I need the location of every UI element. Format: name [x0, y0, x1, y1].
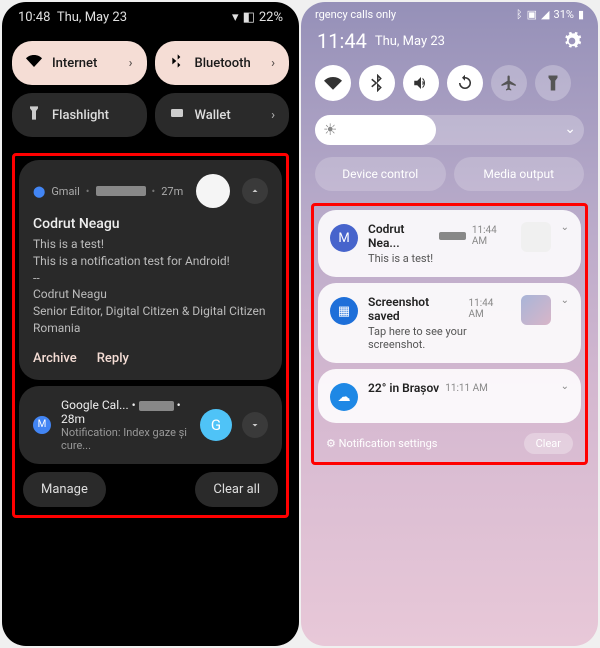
status-bar: 10:48 Thu, May 23 ▾ ◧ 22%	[2, 2, 299, 33]
tile-wallet[interactable]: Wallet ›	[155, 93, 290, 137]
notif-title: Screenshot saved	[368, 295, 463, 323]
clear-all-button[interactable]: Clear all	[195, 472, 278, 507]
redacted-sender	[96, 186, 146, 196]
clear-button[interactable]: Clear	[524, 433, 573, 454]
manage-button[interactable]: Manage	[23, 472, 106, 507]
time-row: 11:44 Thu, May 23	[301, 27, 598, 55]
weather-icon: ☁	[330, 383, 358, 411]
settings-button[interactable]	[562, 31, 582, 51]
flashlight-icon	[26, 105, 42, 125]
app-name: Gmail	[51, 185, 79, 198]
brightness-icon: ☀	[323, 120, 337, 139]
nfc-icon: ▣	[527, 8, 537, 21]
thumbnail	[521, 295, 551, 325]
notification-calendar[interactable]: M Google Cal... • • 28m Notification: In…	[19, 386, 282, 464]
battery-icon: ▮	[578, 8, 584, 21]
phone-samsung: rgency calls only ᛒ ▣ ◢ 31% ▮ 11:44 Thu,…	[301, 2, 598, 646]
clock: 11:44	[317, 29, 367, 53]
media-output-chip[interactable]: Media output	[454, 157, 585, 191]
wifi-icon	[26, 53, 42, 73]
tile-flashlight[interactable]: Flashlight	[12, 93, 147, 137]
gmail-icon: ⬤	[33, 185, 45, 198]
tile-label: Wallet	[195, 108, 231, 123]
notif-time: 11:11 AM	[445, 383, 488, 394]
reply-action[interactable]: Reply	[97, 351, 129, 366]
sender-avatar	[196, 174, 230, 208]
screenshot-icon: ▦	[330, 297, 358, 325]
tile-bluetooth[interactable]: Bluetooth ›	[155, 41, 290, 85]
brightness-fill: ☀	[315, 115, 436, 145]
gmail-icon: M	[330, 224, 358, 252]
qs-bluetooth[interactable]	[359, 65, 395, 101]
notif-time: 11:44 AM	[469, 298, 511, 320]
quick-tiles: Internet › Bluetooth › Flashlight Wallet…	[2, 33, 299, 145]
archive-action[interactable]: Archive	[33, 351, 77, 366]
notif-title: Notification: Index gaze și cure...	[61, 426, 190, 452]
avatar: G	[200, 409, 232, 441]
tile-internet[interactable]: Internet ›	[12, 41, 147, 85]
notif-title: 22° in Brașov	[368, 381, 439, 395]
phone-pixel: 10:48 Thu, May 23 ▾ ◧ 22% Internet › Blu…	[2, 2, 299, 646]
chevron-right-icon: ›	[129, 56, 133, 71]
collapse-button[interactable]	[242, 178, 268, 204]
wifi-icon: ▾	[232, 10, 239, 25]
notif-time: 28m	[61, 412, 85, 426]
chevron-down-icon[interactable]: ⌄	[561, 381, 569, 392]
notification-gmail[interactable]: M Codrut Nea... 11:44 AM This is a test!…	[318, 210, 581, 277]
notification-highlight: M Codrut Nea... 11:44 AM This is a test!…	[311, 203, 588, 465]
gmail-icon: M	[33, 416, 51, 434]
app-name: Google Cal...	[61, 398, 129, 412]
qs-sound[interactable]	[403, 65, 439, 101]
status-bar: rgency calls only ᛒ ▣ ◢ 31% ▮	[301, 2, 598, 27]
thumbnail	[521, 222, 551, 252]
bluetooth-icon: ᛒ	[516, 8, 523, 21]
qs-wifi[interactable]	[315, 65, 351, 101]
qs-airplane[interactable]	[491, 65, 527, 101]
quick-settings	[301, 55, 598, 111]
notif-title: Codrut Nea...	[368, 222, 433, 250]
wallet-icon	[169, 105, 185, 125]
chevron-down-icon[interactable]: ⌄	[561, 222, 569, 233]
qs-flashlight[interactable]	[535, 65, 571, 101]
date: Thu, May 23	[375, 34, 445, 49]
brightness-slider[interactable]: ☀ ⌄	[315, 115, 584, 145]
expand-button[interactable]	[242, 412, 268, 438]
battery-icon: ◧	[243, 10, 255, 25]
notif-body: This is a test!This is a notification te…	[33, 236, 268, 337]
carrier-text: rgency calls only	[315, 8, 396, 21]
notif-body: Tap here to see your screenshot.	[368, 325, 511, 351]
status-date: Thu, May 23	[57, 10, 127, 25]
device-control-chip[interactable]: Device control	[315, 157, 446, 191]
tile-label: Internet	[52, 56, 97, 71]
chevron-right-icon: ›	[271, 108, 275, 123]
notification-settings-link[interactable]: ⚙ Notification settings	[326, 437, 438, 450]
battery-pct: 31%	[554, 8, 574, 21]
notification-screenshot[interactable]: ▦ Screenshot saved 11:44 AM Tap here to …	[318, 283, 581, 363]
chevron-down-icon[interactable]: ⌄	[561, 295, 569, 306]
notification-gmail[interactable]: ⬤ Gmail • • 27m Codrut Neagu This is a t…	[19, 160, 282, 380]
notification-highlight: ⬤ Gmail • • 27m Codrut Neagu This is a t…	[12, 153, 289, 518]
notif-time: 11:44 AM	[472, 225, 511, 247]
signal-icon: ◢	[541, 8, 549, 21]
tile-label: Flashlight	[52, 108, 109, 123]
notif-time: 27m	[161, 185, 183, 198]
notif-body: This is a test!	[368, 252, 511, 265]
tile-label: Bluetooth	[195, 56, 251, 71]
qs-rotate[interactable]	[447, 65, 483, 101]
notification-weather[interactable]: ☁ 22° in Brașov 11:11 AM ⌄	[318, 369, 581, 423]
chevron-right-icon: ›	[271, 56, 275, 71]
chevron-down-icon[interactable]: ⌄	[564, 121, 576, 137]
battery-pct: 22%	[259, 10, 283, 25]
bluetooth-icon	[169, 53, 185, 73]
status-time: 10:48	[18, 10, 50, 25]
notif-sender: Codrut Neagu	[33, 216, 268, 232]
